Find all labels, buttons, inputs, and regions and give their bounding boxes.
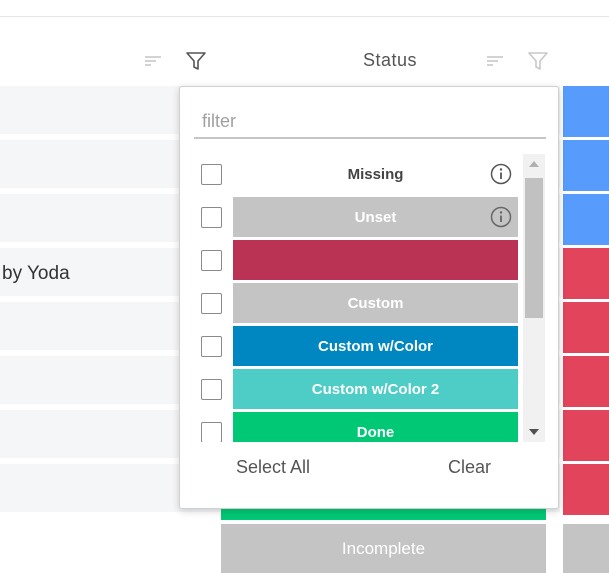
filter-option-unset[interactable]: Unset <box>194 197 520 237</box>
filter-icon[interactable] <box>527 50 549 72</box>
filter-search-input[interactable] <box>194 105 546 139</box>
status-column-title: Status <box>362 50 418 70</box>
status-cell[interactable] <box>563 302 609 353</box>
option-label <box>233 240 518 280</box>
filter-option-missing[interactable]: Missing <box>194 154 520 194</box>
option-label: Custom w/Color 2 <box>233 369 518 409</box>
option-label: Unset <box>233 197 518 237</box>
select-all-button[interactable]: Select All <box>236 457 310 478</box>
status-filter-popup: Missing Unset Custom Custom w/Color Cu <box>179 86 559 509</box>
column-header-row: Status <box>0 40 609 84</box>
scrollbar-thumb[interactable] <box>525 178 543 318</box>
filter-option-custom-w-color-2[interactable]: Custom w/Color 2 <box>194 369 520 409</box>
status-cell[interactable] <box>563 410 609 461</box>
status-cell[interactable] <box>563 248 609 299</box>
option-checkbox[interactable] <box>201 250 222 271</box>
sort-icon[interactable] <box>142 50 164 72</box>
option-label: Custom w/Color <box>233 326 518 366</box>
status-cell[interactable] <box>563 86 609 137</box>
status-cell-incomplete[interactable]: Incomplete <box>221 524 546 573</box>
option-label: Custom <box>233 283 518 323</box>
row-text: by Yoda <box>2 263 70 284</box>
info-icon[interactable] <box>490 206 512 228</box>
scroll-down-arrow-icon[interactable] <box>523 422 545 442</box>
filter-option-blank-colored[interactable] <box>194 240 520 280</box>
option-checkbox[interactable] <box>201 422 222 442</box>
status-cell[interactable] <box>563 356 609 407</box>
filter-icon[interactable] <box>185 50 207 72</box>
filter-option-done[interactable]: Done <box>194 412 520 442</box>
scroll-up-arrow-icon[interactable] <box>523 154 545 174</box>
status-cell[interactable] <box>563 524 609 573</box>
filter-option-custom-w-color[interactable]: Custom w/Color <box>194 326 520 366</box>
sort-icon[interactable] <box>484 50 506 72</box>
filter-options-list: Missing Unset Custom Custom w/Color Cust… <box>194 154 520 442</box>
option-label: Done <box>233 412 518 442</box>
options-scrollbar[interactable] <box>523 154 545 442</box>
option-label: Missing <box>347 165 404 183</box>
option-checkbox[interactable] <box>201 379 222 400</box>
status-cell[interactable] <box>563 140 609 191</box>
status-cell[interactable] <box>563 464 609 515</box>
clear-button[interactable]: Clear <box>448 457 491 478</box>
status-cell[interactable] <box>563 194 609 245</box>
option-checkbox[interactable] <box>201 293 222 314</box>
option-checkbox[interactable] <box>201 207 222 228</box>
status-cell-done[interactable] <box>221 508 546 520</box>
option-checkbox[interactable] <box>201 336 222 357</box>
info-icon[interactable] <box>490 163 512 185</box>
top-divider <box>0 16 609 17</box>
option-checkbox[interactable] <box>201 164 222 185</box>
filter-option-custom[interactable]: Custom <box>194 283 520 323</box>
